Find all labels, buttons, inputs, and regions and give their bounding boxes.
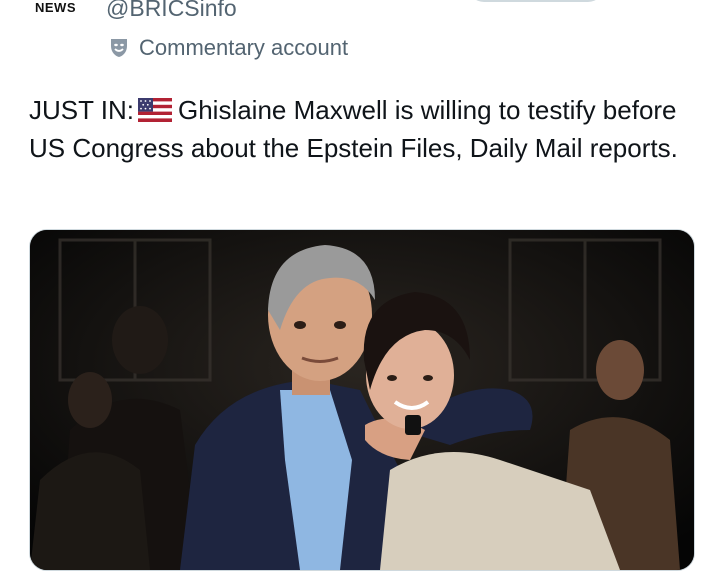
follow-button[interactable] <box>468 0 604 2</box>
tweet-image[interactable] <box>29 229 695 571</box>
us-flag-icon <box>137 98 172 123</box>
tweet-prefix: JUST IN: <box>29 95 134 125</box>
tweet-text: JUST IN: Ghislaine Maxwell is willing to… <box>29 91 689 167</box>
account-label[interactable]: Commentary account <box>107 34 348 62</box>
avatar-label: NEWS <box>35 0 76 15</box>
photo <box>30 230 694 570</box>
avatar[interactable]: NEWS <box>18 0 104 20</box>
tweet-header: NEWS @BRICSinfo Commentary account <box>0 0 720 80</box>
label-text: Commentary account <box>139 35 349 60</box>
theater-masks-icon <box>111 39 127 57</box>
user-handle[interactable]: @BRICSinfo <box>106 0 237 22</box>
